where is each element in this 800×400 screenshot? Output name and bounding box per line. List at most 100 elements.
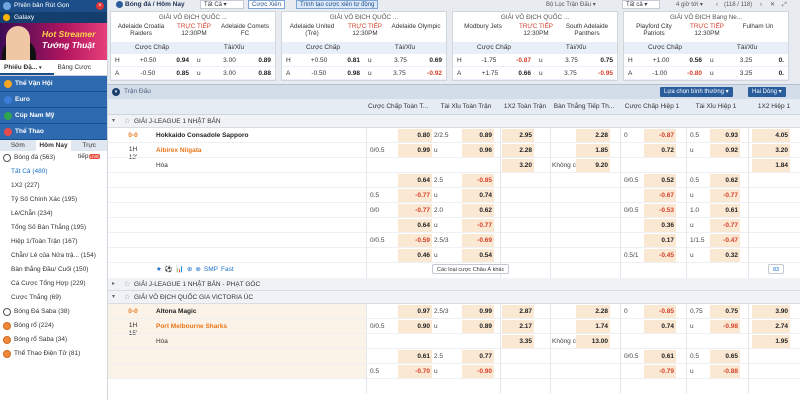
collapse-icon[interactable]: ▾ bbox=[112, 88, 120, 96]
odds-value[interactable]: -0.77 bbox=[400, 188, 430, 203]
odds-value[interactable]: 0.64 bbox=[400, 218, 430, 233]
over-under-odds[interactable]: u 3.25 0. bbox=[706, 68, 788, 79]
odds-value[interactable] bbox=[504, 218, 532, 233]
tab-bet-slip[interactable]: Phiếu Đặ... ▾ bbox=[0, 60, 54, 75]
star-icon[interactable]: ☆ bbox=[124, 115, 130, 128]
sidebar-category[interactable]: Thể Vận Hội bbox=[0, 76, 107, 92]
odds-value[interactable]: -0.77 bbox=[712, 188, 738, 203]
filter-all-select[interactable]: Tất cả ▾ bbox=[622, 0, 660, 9]
over-under-odds[interactable]: u 3.00 0.88 bbox=[193, 68, 275, 79]
prev-icon[interactable]: ‹ bbox=[716, 0, 718, 10]
odds-value[interactable] bbox=[754, 233, 788, 248]
odds-value[interactable]: 1.74 bbox=[578, 319, 608, 334]
tab-early[interactable]: Sớm bbox=[0, 140, 36, 151]
more-asian-bets-button[interactable]: Các loại cược Châu Á khác bbox=[432, 264, 510, 274]
over-under-odds[interactable]: u 3.00 0.89 bbox=[193, 55, 275, 66]
odds-value[interactable] bbox=[578, 364, 608, 379]
odds-value[interactable]: 3.20 bbox=[504, 158, 532, 173]
sidebar-item-market[interactable]: Bàn thắng Đầu/ Cuối (150) bbox=[0, 263, 107, 277]
sidebar-item-market[interactable]: Cá Cược Tổng Hợp (229) bbox=[0, 277, 107, 291]
odds-value[interactable]: -0.45 bbox=[646, 248, 674, 263]
league-header[interactable]: ▾ ☆ GIẢI VÔ ĐỊCH QUỐC GIA VICTORIA ÚC bbox=[108, 291, 800, 304]
odds-value[interactable]: 1.95 bbox=[754, 334, 788, 349]
match-tool-icon[interactable]: Fast bbox=[221, 264, 234, 276]
odds-value[interactable]: 0.65 bbox=[712, 349, 738, 364]
odds-value[interactable]: 0.61 bbox=[712, 203, 738, 218]
odds-value[interactable] bbox=[754, 188, 788, 203]
odds-value[interactable] bbox=[712, 334, 738, 349]
odds-value[interactable] bbox=[754, 218, 788, 233]
odds-value[interactable] bbox=[754, 173, 788, 188]
odds-value[interactable]: -0.88 bbox=[712, 364, 738, 379]
expand-icon[interactable]: ⤢ bbox=[782, 0, 787, 10]
odds-value[interactable]: 0.32 bbox=[712, 248, 738, 263]
match-tool-icon[interactable]: 📊 bbox=[176, 264, 184, 276]
sidebar-item-market[interactable]: Tất Cả (480) bbox=[0, 165, 107, 179]
handicap-odds[interactable]: A -0.50 0.98 bbox=[282, 68, 364, 79]
sidebar-item-market[interactable]: Tỷ Số Chính Xác (195) bbox=[0, 193, 107, 207]
odds-value[interactable]: -0.90 bbox=[464, 364, 492, 379]
collapse-icon[interactable]: ▾ bbox=[112, 294, 119, 301]
parlay-button[interactable]: Cược Xiên bbox=[248, 0, 285, 9]
odds-value[interactable]: 0.62 bbox=[712, 173, 738, 188]
odds-value[interactable] bbox=[578, 233, 608, 248]
odds-value[interactable] bbox=[578, 218, 608, 233]
collapse-icon[interactable]: ▾ bbox=[112, 118, 119, 125]
odds-value[interactable]: -0.77 bbox=[464, 218, 492, 233]
odds-value[interactable] bbox=[646, 158, 674, 173]
auto-parlay-button[interactable]: Trình tạo cược xiên tự động bbox=[296, 0, 379, 9]
next-icon[interactable]: › bbox=[760, 0, 762, 10]
star-icon[interactable]: ☆ bbox=[124, 278, 130, 291]
match-tool-icon[interactable]: ⚽ bbox=[165, 264, 173, 276]
handicap-odds[interactable]: A +1.75 0.66 bbox=[453, 68, 535, 79]
over-under-odds[interactable]: u 3.25 0. bbox=[706, 55, 788, 66]
odds-value[interactable]: -0.70 bbox=[400, 364, 430, 379]
sidebar-category[interactable]: Thể Thao bbox=[0, 124, 107, 140]
odds-value[interactable] bbox=[754, 364, 788, 379]
odds-value[interactable] bbox=[646, 334, 674, 349]
tab-today[interactable]: Hôm Nay bbox=[35, 140, 72, 151]
odds-value[interactable] bbox=[578, 173, 608, 188]
odds-value[interactable]: -0.77 bbox=[712, 218, 738, 233]
close-icon[interactable]: ✕ bbox=[770, 0, 775, 10]
lite-version-link[interactable]: Phiên bản Rút Gọn × bbox=[0, 0, 107, 12]
odds-value[interactable]: -0.85 bbox=[646, 304, 674, 319]
odds-value[interactable]: 2.28 bbox=[578, 304, 608, 319]
odds-value[interactable] bbox=[504, 188, 532, 203]
odds-value[interactable] bbox=[504, 349, 532, 364]
sidebar-item-market[interactable]: Tổng Số Bàn Thắng (195) bbox=[0, 221, 107, 235]
odds-value[interactable]: 0.89 bbox=[464, 128, 492, 143]
featured-match-card[interactable]: GIẢI VÔ ĐỊCH QUỐC ... Modbury Jets TRỰC TI… bbox=[452, 11, 618, 81]
odds-value[interactable] bbox=[578, 188, 608, 203]
sidebar-item-market[interactable]: Hiệp 1/Toàn Trận (167) bbox=[0, 235, 107, 249]
over-under-odds[interactable]: u 3.75 -0.92 bbox=[364, 68, 446, 79]
match-tool-icon[interactable]: SMP bbox=[204, 264, 218, 276]
odds-value[interactable]: 13.00 bbox=[578, 334, 608, 349]
sidebar-item-sport[interactable]: Bóng rổ Saba (34) bbox=[0, 333, 107, 347]
handicap-odds[interactable]: A -1.00 -0.80 bbox=[624, 68, 706, 79]
sidebar-item-market[interactable]: Chẵn/ Lẻ của Nửa trậ... (154) bbox=[0, 249, 107, 263]
odds-value[interactable]: 0.74 bbox=[464, 188, 492, 203]
odds-value[interactable]: 0.99 bbox=[464, 304, 492, 319]
tab-live[interactable]: Trực tiếpLIVE bbox=[71, 140, 107, 160]
match-tool-icon[interactable]: ★ bbox=[156, 264, 162, 276]
odds-value[interactable]: 0.62 bbox=[464, 203, 492, 218]
odds-value[interactable] bbox=[400, 158, 430, 173]
sidebar-item-football[interactable]: Bóng đá (563) bbox=[0, 151, 107, 165]
close-icon[interactable]: × bbox=[96, 2, 104, 10]
odds-value[interactable]: 0.96 bbox=[464, 143, 492, 158]
handicap-odds[interactable]: H -1.75 -0.87 bbox=[453, 55, 535, 66]
match-filter[interactable]: Bộ Lọc Trận Đấu ▾ bbox=[546, 0, 596, 10]
odds-value[interactable]: 0.52 bbox=[646, 173, 674, 188]
handicap-odds[interactable]: H +0.50 0.94 bbox=[111, 55, 193, 66]
odds-value[interactable]: 3.90 bbox=[754, 304, 788, 319]
odds-value[interactable]: 4.05 bbox=[754, 128, 788, 143]
odds-value[interactable] bbox=[464, 158, 492, 173]
odds-value[interactable]: 3.35 bbox=[504, 334, 532, 349]
odds-value[interactable] bbox=[504, 364, 532, 379]
sidebar-category[interactable]: Cúp Nam Mỹ bbox=[0, 108, 107, 124]
odds-value[interactable] bbox=[754, 203, 788, 218]
odds-value[interactable]: 0.64 bbox=[400, 173, 430, 188]
odds-value[interactable]: 0.89 bbox=[464, 319, 492, 334]
tab-bet-list[interactable]: Bảng Cược bbox=[54, 60, 108, 75]
